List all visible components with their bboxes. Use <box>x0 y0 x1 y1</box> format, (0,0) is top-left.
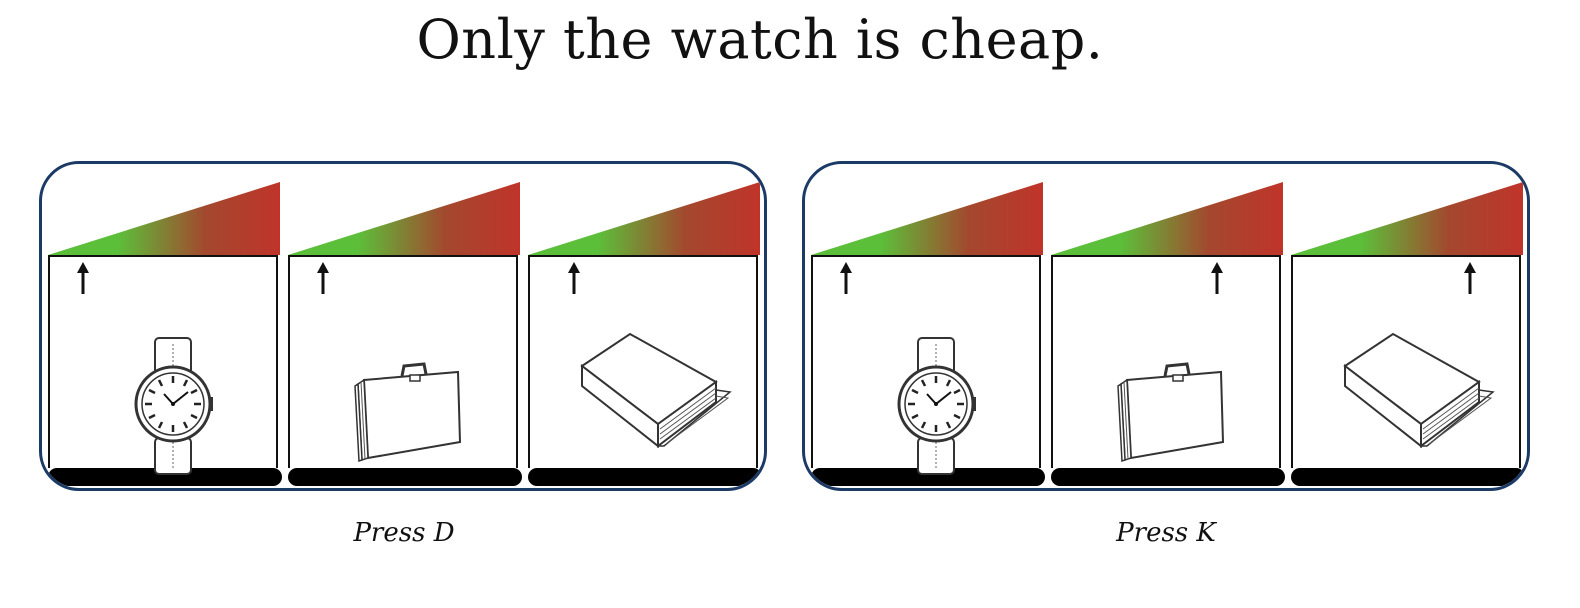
press-k-label: Press K <box>1116 518 1216 548</box>
price-scale-gradient <box>288 182 520 255</box>
briefcase-icon <box>354 358 466 466</box>
option-left-panel[interactable] <box>39 161 767 491</box>
page-title: Only the watch is cheap. <box>416 8 1104 71</box>
price-scale-gradient <box>528 182 760 255</box>
response-bar <box>1051 468 1285 486</box>
item-card-right-3 <box>1291 180 1525 488</box>
watch-icon <box>128 336 218 480</box>
price-arrow-icon <box>839 262 853 298</box>
item-card-right-2 <box>1051 180 1285 488</box>
item-card-left-1 <box>48 180 282 488</box>
watch-icon <box>891 336 981 480</box>
option-right-panel[interactable] <box>802 161 1530 491</box>
briefcase-icon <box>1117 358 1229 466</box>
press-d-label: Press D <box>353 518 455 548</box>
price-scale-gradient <box>1051 182 1283 255</box>
item-card-right-1 <box>811 180 1045 488</box>
item-card-left-2 <box>288 180 522 488</box>
item-card-left-3 <box>528 180 762 488</box>
book-icon <box>580 330 740 456</box>
price-arrow-icon <box>76 262 90 298</box>
response-bar <box>528 468 762 486</box>
price-arrow-icon <box>1463 262 1477 298</box>
price-arrow-icon <box>1210 262 1224 298</box>
price-scale-gradient <box>811 182 1043 255</box>
price-arrow-icon <box>567 262 581 298</box>
price-scale-gradient <box>1291 182 1523 255</box>
book-icon <box>1343 330 1503 456</box>
price-scale-gradient <box>48 182 280 255</box>
response-bar <box>1291 468 1525 486</box>
price-arrow-icon <box>316 262 330 298</box>
response-bar <box>288 468 522 486</box>
